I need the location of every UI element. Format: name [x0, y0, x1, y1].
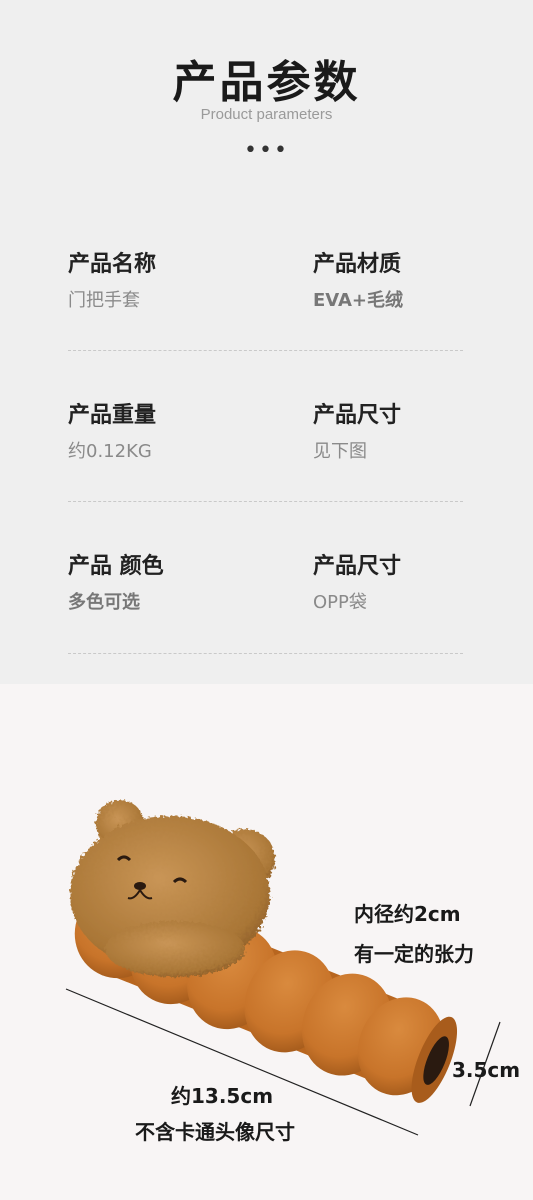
param-color: 产品 颜色 多色可选	[68, 548, 164, 614]
ellipsis-dots: •••	[244, 138, 289, 163]
length-note-label: 不含卡通头像尺寸	[135, 1120, 295, 1144]
length-label: 约13.5cm	[171, 1084, 274, 1108]
param-label: 产品材质	[313, 252, 402, 277]
param-value: 门把手套	[68, 290, 140, 311]
page-subtitle: Product parameters	[200, 106, 333, 123]
tension-label: 有一定的张力	[354, 942, 474, 966]
inner-diameter-label: 内径约2cm	[354, 902, 461, 926]
divider	[68, 653, 463, 654]
param-label: 产品 颜色	[68, 554, 164, 579]
param-weight: 产品重量 约0.12KG	[68, 397, 156, 463]
page-title: 产品参数	[172, 57, 361, 108]
param-package: 产品尺寸 OPP袋	[313, 548, 401, 614]
param-value: OPP袋	[313, 592, 367, 613]
param-label: 产品重量	[68, 403, 157, 428]
param-product-name: 产品名称 门把手套	[68, 246, 156, 312]
product-image-section: 内径约2cm 有一定的张力 3.5cm 约13.5cm 不含卡通头像尺寸	[0, 684, 533, 1200]
param-label: 产品名称	[68, 252, 157, 277]
param-label: 产品尺寸	[313, 554, 402, 579]
param-label: 产品尺寸	[313, 403, 402, 428]
param-material: 产品材质 EVA+毛绒	[313, 246, 403, 312]
height-label: 3.5cm	[452, 1058, 521, 1082]
divider	[68, 501, 463, 502]
param-value: 约0.12KG	[68, 441, 152, 462]
divider	[68, 350, 463, 351]
parameters-section: 产品参数 Product parameters ••• 产品名称 门把手套 产品…	[0, 0, 533, 684]
param-size: 产品尺寸 见下图	[313, 397, 401, 463]
param-value: 见下图	[313, 441, 367, 462]
param-value: EVA+毛绒	[313, 290, 404, 311]
param-value: 多色可选	[68, 592, 140, 613]
